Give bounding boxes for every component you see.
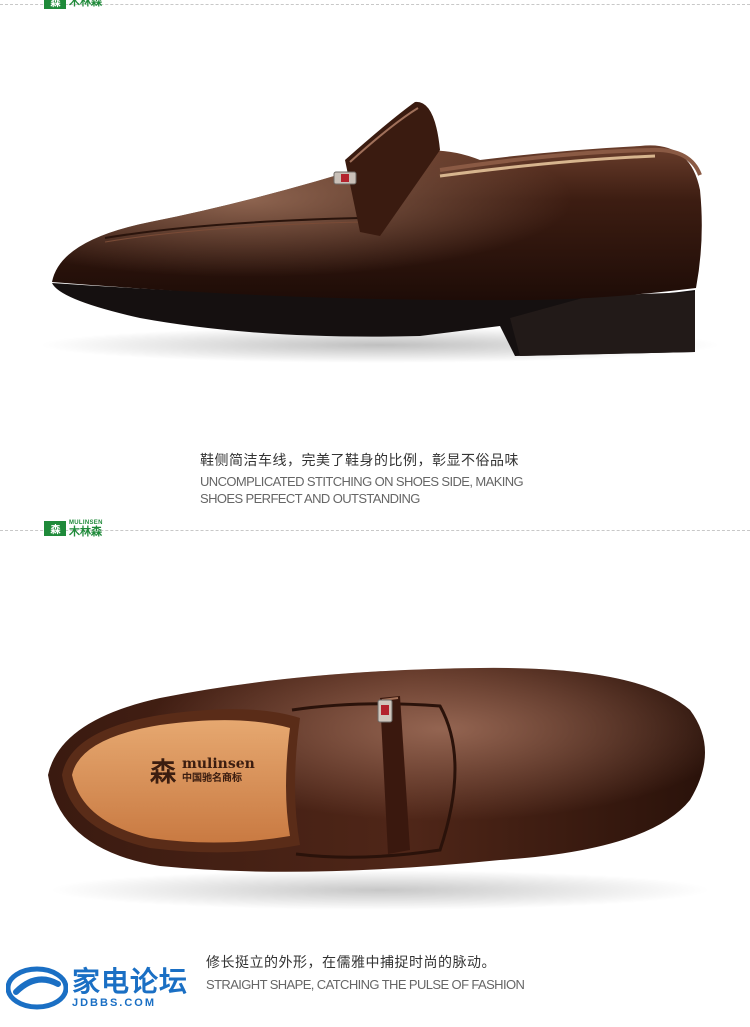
shoe-side-image [40,101,720,363]
caption-en-line1: UNCOMPLICATED STITCHING ON SHOES SIDE, M… [200,474,524,489]
watermark-swoosh-icon [6,966,68,1010]
site-watermark: 家电论坛 JDBBS.COM [6,966,188,1010]
section-divider [0,530,750,531]
caption-en-line2: SHOES PERFECT AND OUTSTANDING [200,491,420,506]
product-section-top-view: 森 MULINSEN 木林森 森 mulinsen 中国驰名商标 修长挺立的外形… [0,520,750,1027]
shoe-top-image [48,667,710,910]
watermark-en: JDBBS.COM [72,996,157,1009]
insole-branding: 森 mulinsen 中国驰名商标 [150,752,255,789]
caption-en-line1: STRAIGHT SHAPE, CATCHING THE PULSE OF FA… [206,977,525,992]
insole-brand: mulinsen [182,756,255,773]
watermark-cn: 家电论坛 [72,964,189,998]
insole-mark: 森 [150,758,177,788]
caption-block: 鞋侧简洁车线，完美了鞋身的比例，彰显不俗品味 UNCOMPLICATED STI… [200,450,524,507]
caption-cn: 鞋侧简洁车线，完美了鞋身的比例，彰显不俗品味 [200,453,519,469]
caption-block: 修长挺立的外形，在儒雅中捕捉时尚的脉动。 STRAIGHT SHAPE, CAT… [206,952,525,993]
brand-logo: 森 MULINSEN 木林森 [44,520,103,537]
caption-cn: 修长挺立的外形，在儒雅中捕捉时尚的脉动。 [206,955,496,971]
product-section-side-view: 森 木林森 鞋侧简洁车线，完美了鞋身的比例，彰显不俗品味 UNCOMPLICAT… [0,0,750,520]
brand-logo-mark: 森 [44,521,66,536]
brand-logo-cn: 木林森 [69,525,102,538]
insole-cn: 中国驰名商标 [182,772,243,784]
